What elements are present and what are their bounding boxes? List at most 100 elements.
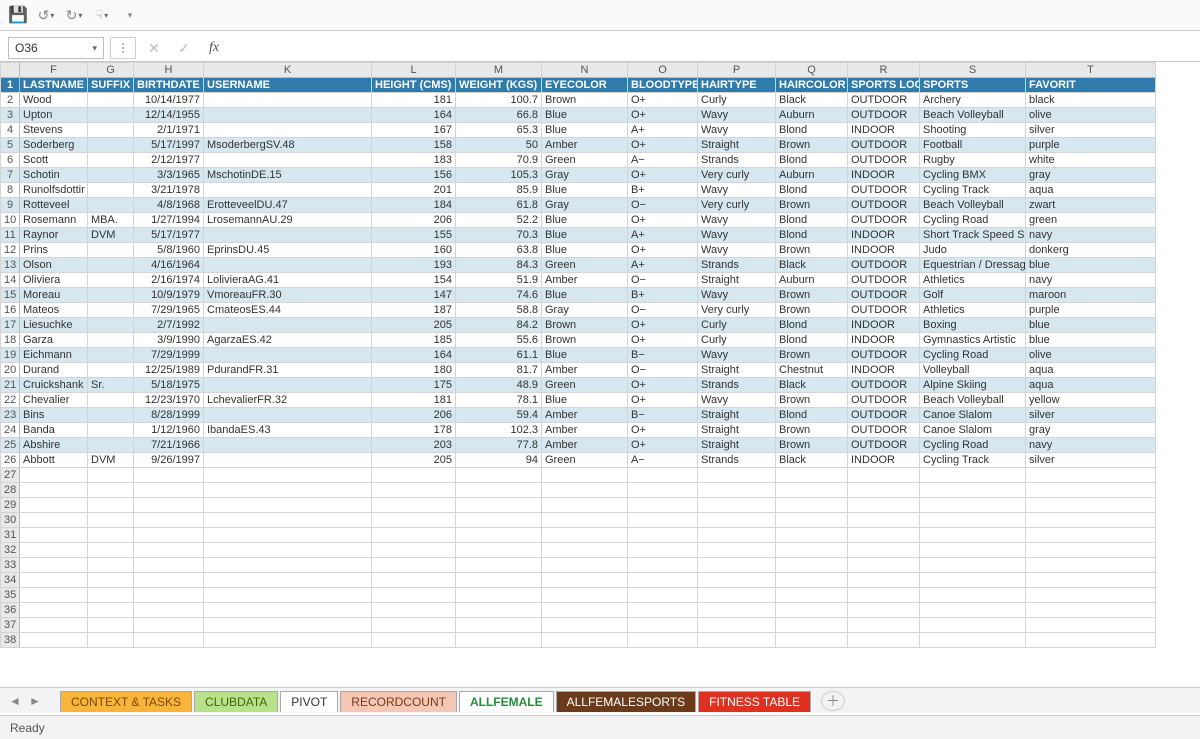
cell[interactable]	[848, 618, 920, 633]
cell[interactable]	[920, 603, 1026, 618]
cell[interactable]: 203	[372, 438, 456, 453]
cell[interactable]: O+	[628, 423, 698, 438]
cell[interactable]: B+	[628, 288, 698, 303]
cell[interactable]	[776, 558, 848, 573]
cell[interactable]	[848, 603, 920, 618]
cell[interactable]	[204, 633, 372, 648]
cell[interactable]	[456, 558, 542, 573]
cell[interactable]: A+	[628, 228, 698, 243]
cell[interactable]	[848, 588, 920, 603]
field-header[interactable]: SUFFIX	[88, 78, 134, 93]
cell[interactable]	[88, 528, 134, 543]
cell[interactable]	[920, 633, 1026, 648]
cell[interactable]: Schotin	[20, 168, 88, 183]
cell[interactable]: B−	[628, 408, 698, 423]
cell[interactable]	[88, 138, 134, 153]
row-header[interactable]: 16	[1, 303, 20, 318]
cell[interactable]: OUTDOOR	[848, 183, 920, 198]
cell[interactable]: DVM	[88, 228, 134, 243]
cell[interactable]	[88, 438, 134, 453]
cell[interactable]	[88, 423, 134, 438]
cell[interactable]: OUTDOOR	[848, 348, 920, 363]
cell[interactable]	[776, 498, 848, 513]
cell[interactable]	[20, 618, 88, 633]
cell[interactable]: OUTDOOR	[848, 438, 920, 453]
column-header[interactable]: G	[88, 63, 134, 78]
row-header[interactable]: 19	[1, 348, 20, 363]
cell[interactable]: Chevalier	[20, 393, 88, 408]
cell[interactable]: 61.8	[456, 198, 542, 213]
cell[interactable]	[88, 123, 134, 138]
cell[interactable]: 55.6	[456, 333, 542, 348]
cell[interactable]: OUTDOOR	[848, 303, 920, 318]
cell[interactable]	[848, 468, 920, 483]
cell[interactable]: 167	[372, 123, 456, 138]
cell[interactable]	[88, 543, 134, 558]
cell[interactable]: Abshire	[20, 438, 88, 453]
cell[interactable]	[698, 468, 776, 483]
cell[interactable]: IbandaES.43	[204, 423, 372, 438]
cell[interactable]	[88, 348, 134, 363]
row-header[interactable]: 18	[1, 333, 20, 348]
cell[interactable]: Wavy	[698, 243, 776, 258]
cell[interactable]	[204, 528, 372, 543]
cell[interactable]	[698, 603, 776, 618]
sheet-tab[interactable]: FITNESS TABLE	[698, 691, 811, 712]
row-header[interactable]: 31	[1, 528, 20, 543]
cell[interactable]: Chestnut	[776, 363, 848, 378]
cell[interactable]: gray	[1026, 423, 1156, 438]
cell[interactable]: Brown	[542, 93, 628, 108]
column-header[interactable]: K	[204, 63, 372, 78]
column-header[interactable]: T	[1026, 63, 1156, 78]
insert-function-button[interactable]: fx	[202, 37, 226, 59]
cell[interactable]: 3/3/1965	[134, 168, 204, 183]
cell[interactable]: 10/9/1979	[134, 288, 204, 303]
cell[interactable]: Cycling BMX	[920, 168, 1026, 183]
cell[interactable]	[88, 318, 134, 333]
row-header[interactable]: 32	[1, 543, 20, 558]
cell[interactable]: Canoe Slalom	[920, 423, 1026, 438]
cell[interactable]	[698, 513, 776, 528]
cell[interactable]: O+	[628, 378, 698, 393]
undo-button[interactable]: ↺▾	[36, 5, 56, 25]
cell[interactable]: 180	[372, 363, 456, 378]
cell[interactable]	[698, 543, 776, 558]
cell[interactable]: 102.3	[456, 423, 542, 438]
cell[interactable]: MsoderbergSV.48	[204, 138, 372, 153]
row-header[interactable]: 15	[1, 288, 20, 303]
cell[interactable]: 154	[372, 273, 456, 288]
cell[interactable]	[1026, 588, 1156, 603]
cell[interactable]: Scott	[20, 153, 88, 168]
cell[interactable]: OUTDOOR	[848, 258, 920, 273]
cell[interactable]	[628, 513, 698, 528]
cell[interactable]: 2/1/1971	[134, 123, 204, 138]
cell[interactable]: Beach Volleyball	[920, 198, 1026, 213]
cell[interactable]	[372, 603, 456, 618]
cell[interactable]: CmateosES.44	[204, 303, 372, 318]
cell[interactable]: Blond	[776, 318, 848, 333]
cell[interactable]	[88, 603, 134, 618]
cell[interactable]: Moreau	[20, 288, 88, 303]
row-header[interactable]: 37	[1, 618, 20, 633]
cell[interactable]	[848, 633, 920, 648]
cell[interactable]: 160	[372, 243, 456, 258]
cell[interactable]	[456, 483, 542, 498]
cell[interactable]: INDOOR	[848, 453, 920, 468]
row-header[interactable]: 36	[1, 603, 20, 618]
cell[interactable]	[456, 513, 542, 528]
cell[interactable]	[1026, 603, 1156, 618]
cell[interactable]: Equestrian / Dressage	[920, 258, 1026, 273]
cell[interactable]: Shooting	[920, 123, 1026, 138]
cell[interactable]	[776, 528, 848, 543]
cell[interactable]: ErotteveelDU.47	[204, 198, 372, 213]
cell[interactable]: Boxing	[920, 318, 1026, 333]
cell[interactable]: Rugby	[920, 153, 1026, 168]
cell[interactable]	[698, 633, 776, 648]
cell[interactable]: 1/12/1960	[134, 423, 204, 438]
cell[interactable]: 7/29/1999	[134, 348, 204, 363]
cell[interactable]: INDOOR	[848, 168, 920, 183]
formula-input[interactable]	[232, 37, 1192, 59]
cell[interactable]: 183	[372, 153, 456, 168]
row-header[interactable]: 6	[1, 153, 20, 168]
cell[interactable]: MschotinDE.15	[204, 168, 372, 183]
